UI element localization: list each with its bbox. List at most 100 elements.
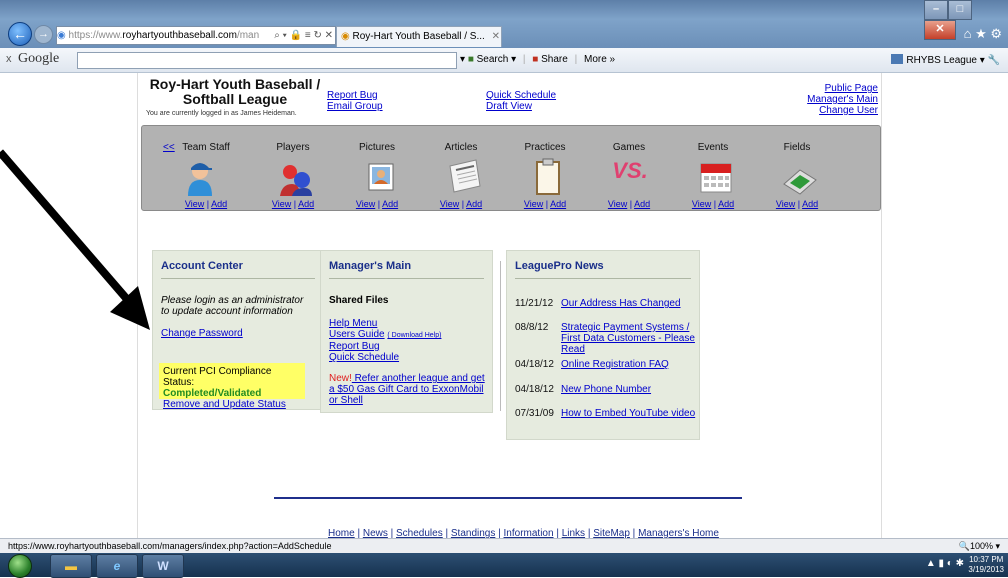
nav-pictures: Pictures View | Add: [336, 126, 418, 210]
word-taskbar-button[interactable]: W: [142, 554, 184, 578]
players-add-link[interactable]: Add: [298, 199, 314, 209]
pictures-add-link[interactable]: Add: [382, 199, 398, 209]
maximize-button[interactable]: □: [948, 0, 972, 20]
system-clock[interactable]: 10:37 PM 3/19/2013: [968, 555, 1004, 575]
footer-link-schedules[interactable]: Schedules: [396, 528, 443, 538]
managers-main-panel: Manager's Main Shared Files Help Menu Us…: [320, 250, 493, 413]
nav-links-fields: View | Add: [756, 199, 838, 209]
minimize-button[interactable]: –: [924, 0, 948, 20]
users-guide-link[interactable]: Users Guide: [329, 329, 385, 340]
referral-promo: New! Refer another league and get a $50 …: [329, 373, 487, 406]
footer-link-sitemap[interactable]: SiteMap: [593, 528, 630, 538]
games-add-link[interactable]: Add: [634, 199, 650, 209]
report-bug-link[interactable]: Report Bug: [327, 90, 378, 101]
home-favorites-tools-icons[interactable]: ⌂ ★ ⚙: [964, 26, 1002, 42]
zoom-level[interactable]: 🔍100% ▾: [959, 539, 1000, 553]
managers-main-link[interactable]: Manager's Main: [807, 94, 878, 105]
footer-link-links[interactable]: Links: [562, 528, 585, 538]
wrench-icon[interactable]: 🔧: [988, 55, 1000, 66]
news-date: 04/18/12: [515, 384, 554, 395]
toolbar-search-input[interactable]: [77, 52, 457, 69]
manager-quick-schedule-link[interactable]: Quick Schedule: [329, 352, 399, 363]
change-password-link[interactable]: Change Password: [161, 328, 243, 339]
pci-status: Completed/Validated: [163, 388, 262, 399]
public-page-link[interactable]: Public Page: [825, 83, 878, 94]
articles-view-link[interactable]: View: [440, 199, 459, 209]
practices-view-link[interactable]: View: [524, 199, 543, 209]
managers-main-heading: Manager's Main: [329, 260, 412, 272]
clipboard-icon: [536, 158, 560, 195]
news-link[interactable]: Our Address Has Changed: [561, 298, 681, 309]
start-button[interactable]: [8, 554, 32, 578]
account-message: Please login as an administrator to upda…: [161, 295, 304, 317]
account-icon: [891, 54, 904, 64]
address-bar[interactable]: ◉ https://www.royhartyouthbaseball.com/m…: [56, 26, 336, 45]
news-link[interactable]: Online Registration FAQ: [561, 359, 669, 370]
footer-link-information[interactable]: Information: [504, 528, 554, 538]
footer-link-managers-home[interactable]: Managers's Home: [638, 528, 719, 538]
toolbar-account[interactable]: RHYBS League ▾ 🔧: [891, 54, 1000, 66]
system-tray-icons[interactable]: ▲ ▮ ◐ ✱: [926, 558, 964, 569]
footer-link-standings[interactable]: Standings: [451, 528, 495, 538]
news-item: 04/18/12 New Phone Number: [515, 384, 651, 395]
browser-tab[interactable]: ◉ Roy-Hart Youth Baseball / S... ✕: [336, 26, 502, 47]
practices-add-link[interactable]: Add: [550, 199, 566, 209]
toolbar-close-icon[interactable]: x: [6, 53, 12, 65]
quick-schedule-link[interactable]: Quick Schedule: [486, 90, 556, 101]
footer-link-news[interactable]: News: [363, 528, 388, 538]
referral-promo-link[interactable]: Refer another league and get a $50 Gas G…: [329, 373, 485, 406]
ie-taskbar-button[interactable]: e: [96, 554, 138, 578]
footer-link-home[interactable]: Home: [328, 528, 355, 538]
close-window-button[interactable]: ✕: [924, 20, 956, 40]
draft-view-link[interactable]: Draft View: [486, 101, 532, 112]
news-link[interactable]: How to Embed YouTube video: [561, 408, 695, 419]
forward-button[interactable]: →: [34, 25, 53, 44]
search-dropdown-icon[interactable]: ▾: [460, 54, 465, 65]
articles-add-link[interactable]: Add: [466, 199, 482, 209]
manager-report-bug-link[interactable]: Report Bug: [329, 341, 380, 352]
toolbar-share-button[interactable]: Share: [541, 54, 568, 65]
new-badge: New!: [329, 373, 352, 384]
tab-title: Roy-Hart Youth Baseball / S...: [352, 31, 485, 42]
team-staff-add-link[interactable]: Add: [211, 199, 227, 209]
fields-add-link[interactable]: Add: [802, 199, 818, 209]
versus-icon: VS.: [612, 158, 648, 183]
column-divider: [500, 261, 501, 411]
toolbar-more-button[interactable]: More »: [584, 54, 615, 65]
stadium-icon: [783, 169, 817, 195]
toolbar-account-label: RHYBS League ▾: [906, 55, 985, 66]
back-button[interactable]: ←: [8, 22, 32, 46]
download-help-link[interactable]: ( Download Help): [387, 332, 441, 339]
nav-links-articles: View | Add: [420, 199, 502, 209]
pictures-view-link[interactable]: View: [356, 199, 375, 209]
browser-titlebar: ← → ◉ https://www.royhartyouthbaseball.c…: [0, 0, 1008, 48]
news-date: 08/8/12: [515, 322, 549, 333]
fields-view-link[interactable]: View: [776, 199, 795, 209]
explorer-taskbar-button[interactable]: ▬: [50, 554, 92, 578]
address-icons[interactable]: ⌕ ▾ 🔒 ≡ ↻ ✕: [274, 27, 333, 44]
nav-links-games: View | Add: [588, 199, 670, 209]
footer-links: Home | News | Schedules | Standings | In…: [328, 528, 719, 538]
change-user-link[interactable]: Change User: [819, 105, 878, 116]
news-link[interactable]: Strategic Payment Systems / First Data C…: [561, 322, 699, 355]
games-view-link[interactable]: View: [608, 199, 627, 209]
pci-update-link[interactable]: Remove and Update Status: [163, 399, 286, 410]
events-add-link[interactable]: Add: [718, 199, 734, 209]
tab-close-icon[interactable]: ✕: [492, 31, 500, 42]
header-links-left: Report Bug Email Group: [327, 90, 383, 112]
email-group-link[interactable]: Email Group: [327, 101, 383, 112]
news-item: 08/8/12 Strategic Payment Systems / First…: [515, 322, 699, 355]
account-center-panel: Account Center Please login as an admini…: [152, 250, 324, 410]
toolbar-search-button[interactable]: Search: [477, 54, 509, 65]
news-link[interactable]: New Phone Number: [561, 384, 651, 395]
team-staff-view-link[interactable]: View: [185, 199, 204, 209]
league-title: Roy-Hart Youth Baseball / Softball Leagu…: [146, 77, 324, 107]
panel-divider: [515, 278, 691, 279]
status-url: https://www.royhartyouthbaseball.com/man…: [8, 541, 332, 551]
footer-sep: |: [629, 528, 639, 538]
google-toolbar: x Google ▾ ■ Search ▾ | ■ Share | More »…: [0, 48, 1008, 73]
nav-events: Events View | Add: [672, 126, 754, 210]
players-view-link[interactable]: View: [272, 199, 291, 209]
events-view-link[interactable]: View: [692, 199, 711, 209]
help-menu-link[interactable]: Help Menu: [329, 318, 377, 329]
